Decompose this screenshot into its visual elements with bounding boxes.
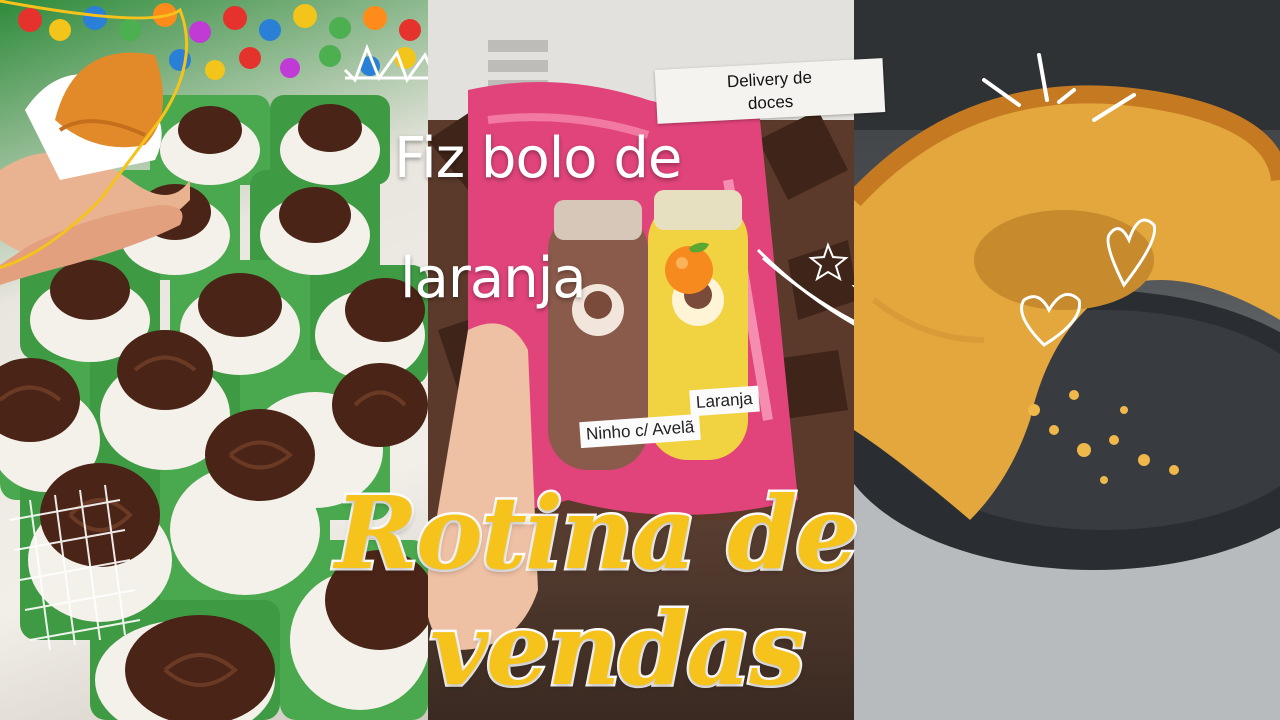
crown-doodle (343, 43, 428, 84)
orange-emoji (665, 242, 713, 294)
headline-line-1: Fiz bolo de (394, 126, 682, 191)
package-label-right: Laranja (689, 385, 760, 417)
title-line-1: Rotina de (333, 472, 862, 595)
photo-orange-cake (854, 0, 1280, 720)
sweets-illustration (0, 0, 428, 720)
photo-sweets (0, 0, 428, 720)
headline-line-2: laranja (400, 246, 587, 311)
cake-illustration (854, 0, 1280, 720)
title-line-2: vendas (427, 588, 807, 711)
